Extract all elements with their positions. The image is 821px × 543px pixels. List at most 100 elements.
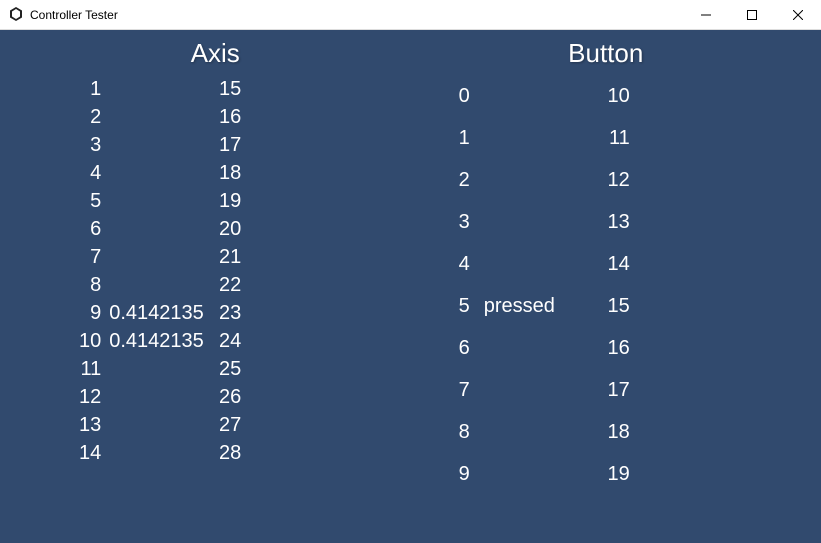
button-index: 16 [606,337,630,360]
app-content: Axis 1234567890.4142135100.4142135111213… [0,30,821,543]
axis-row: 18 [215,159,355,187]
axis-index: 9 [75,302,109,325]
button-header: Button [568,38,643,69]
axis-index: 19 [215,190,249,213]
button-index: 18 [606,421,630,444]
unity-icon [8,7,24,23]
axis-index: 13 [75,414,109,437]
button-row: 13 [606,201,766,243]
button-column-2: 10 11 12 13 14 15 16 17 18 19 [606,75,766,495]
button-row: 9 [446,453,606,495]
button-row: 6 [446,327,606,369]
axis-index: 24 [215,330,249,353]
axis-row: 24 [215,327,355,355]
axis-index: 4 [75,162,109,185]
button-index: 8 [446,421,470,444]
button-index: 12 [606,169,630,192]
axis-index: 15 [215,78,249,101]
axis-index: 5 [75,190,109,213]
button-index: 15 [606,295,630,318]
axis-index: 27 [215,414,249,437]
axis-row: 5 [75,187,215,215]
axis-index: 7 [75,246,109,269]
axis-columns: 1234567890.4142135100.414213511121314 15… [20,75,411,467]
axis-value: 0.4142135 [109,330,204,353]
axis-index: 3 [75,134,109,157]
axis-index: 17 [215,134,249,157]
axis-row: 90.4142135 [75,299,215,327]
button-columns: 012345pressed6789 10111213141516171819 [411,75,802,495]
axis-index: 23 [215,302,249,325]
close-button[interactable] [775,0,821,29]
axis-header: Axis [191,38,240,69]
button-row: 8 [446,411,606,453]
axis-index: 20 [215,218,249,241]
axis-index: 2 [75,106,109,129]
button-row: 1 [446,117,606,159]
axis-row: 1 [75,75,215,103]
axis-index: 21 [215,246,249,269]
window-titlebar: Controller Tester [0,0,821,30]
button-row: 18 [606,411,766,453]
axis-row: 26 [215,383,355,411]
button-index: 19 [606,463,630,486]
axis-row: 27 [215,411,355,439]
button-index: 13 [606,211,630,234]
axis-row: 22 [215,271,355,299]
axis-row: 7 [75,243,215,271]
window-title: Controller Tester [30,8,683,22]
button-index: 7 [446,379,470,402]
axis-index: 12 [75,386,109,409]
axis-index: 22 [215,274,249,297]
axis-index: 28 [215,442,249,465]
minimize-button[interactable] [683,0,729,29]
axis-row: 6 [75,215,215,243]
button-row: 16 [606,327,766,369]
axis-row: 19 [215,187,355,215]
axis-row: 23 [215,299,355,327]
button-index: 3 [446,211,470,234]
button-row: 2 [446,159,606,201]
button-panel: Button 012345pressed6789 101112131415161… [411,38,802,535]
button-row: 5 pressed [446,285,606,327]
button-state: pressed [484,295,555,318]
button-index: 9 [446,463,470,486]
axis-index: 8 [75,274,109,297]
axis-row: 2 [75,103,215,131]
axis-index: 11 [75,358,109,381]
axis-index: 14 [75,442,109,465]
axis-index: 10 [75,330,109,353]
axis-index: 26 [215,386,249,409]
axis-value: 0.4142135 [109,302,204,325]
axis-row: 12 [75,383,215,411]
button-index: 1 [446,127,470,150]
button-column-1: 012345pressed6789 [446,75,606,495]
axis-row: 4 [75,159,215,187]
axis-row: 28 [215,439,355,467]
button-index: 2 [446,169,470,192]
button-row: 17 [606,369,766,411]
axis-index: 6 [75,218,109,241]
button-index: 14 [606,253,630,276]
button-index: 11 [606,127,630,150]
button-row: 12 [606,159,766,201]
axis-row: 13 [75,411,215,439]
axis-index: 25 [215,358,249,381]
maximize-button[interactable] [729,0,775,29]
button-row: 15 [606,285,766,327]
window-controls [683,0,821,29]
button-row: 10 [606,75,766,117]
button-row: 4 [446,243,606,285]
button-row: 11 [606,117,766,159]
axis-row: 14 [75,439,215,467]
button-row: 7 [446,369,606,411]
button-index: 5 [446,295,470,318]
axis-index: 1 [75,78,109,101]
axis-index: 16 [215,106,249,129]
axis-row: 25 [215,355,355,383]
axis-row: 3 [75,131,215,159]
axis-column-2: 15 16 1718 19 20 21 22 23 24 25 26 27 28 [215,75,355,467]
axis-row: 11 [75,355,215,383]
axis-row: 17 [215,131,355,159]
button-row: 14 [606,243,766,285]
